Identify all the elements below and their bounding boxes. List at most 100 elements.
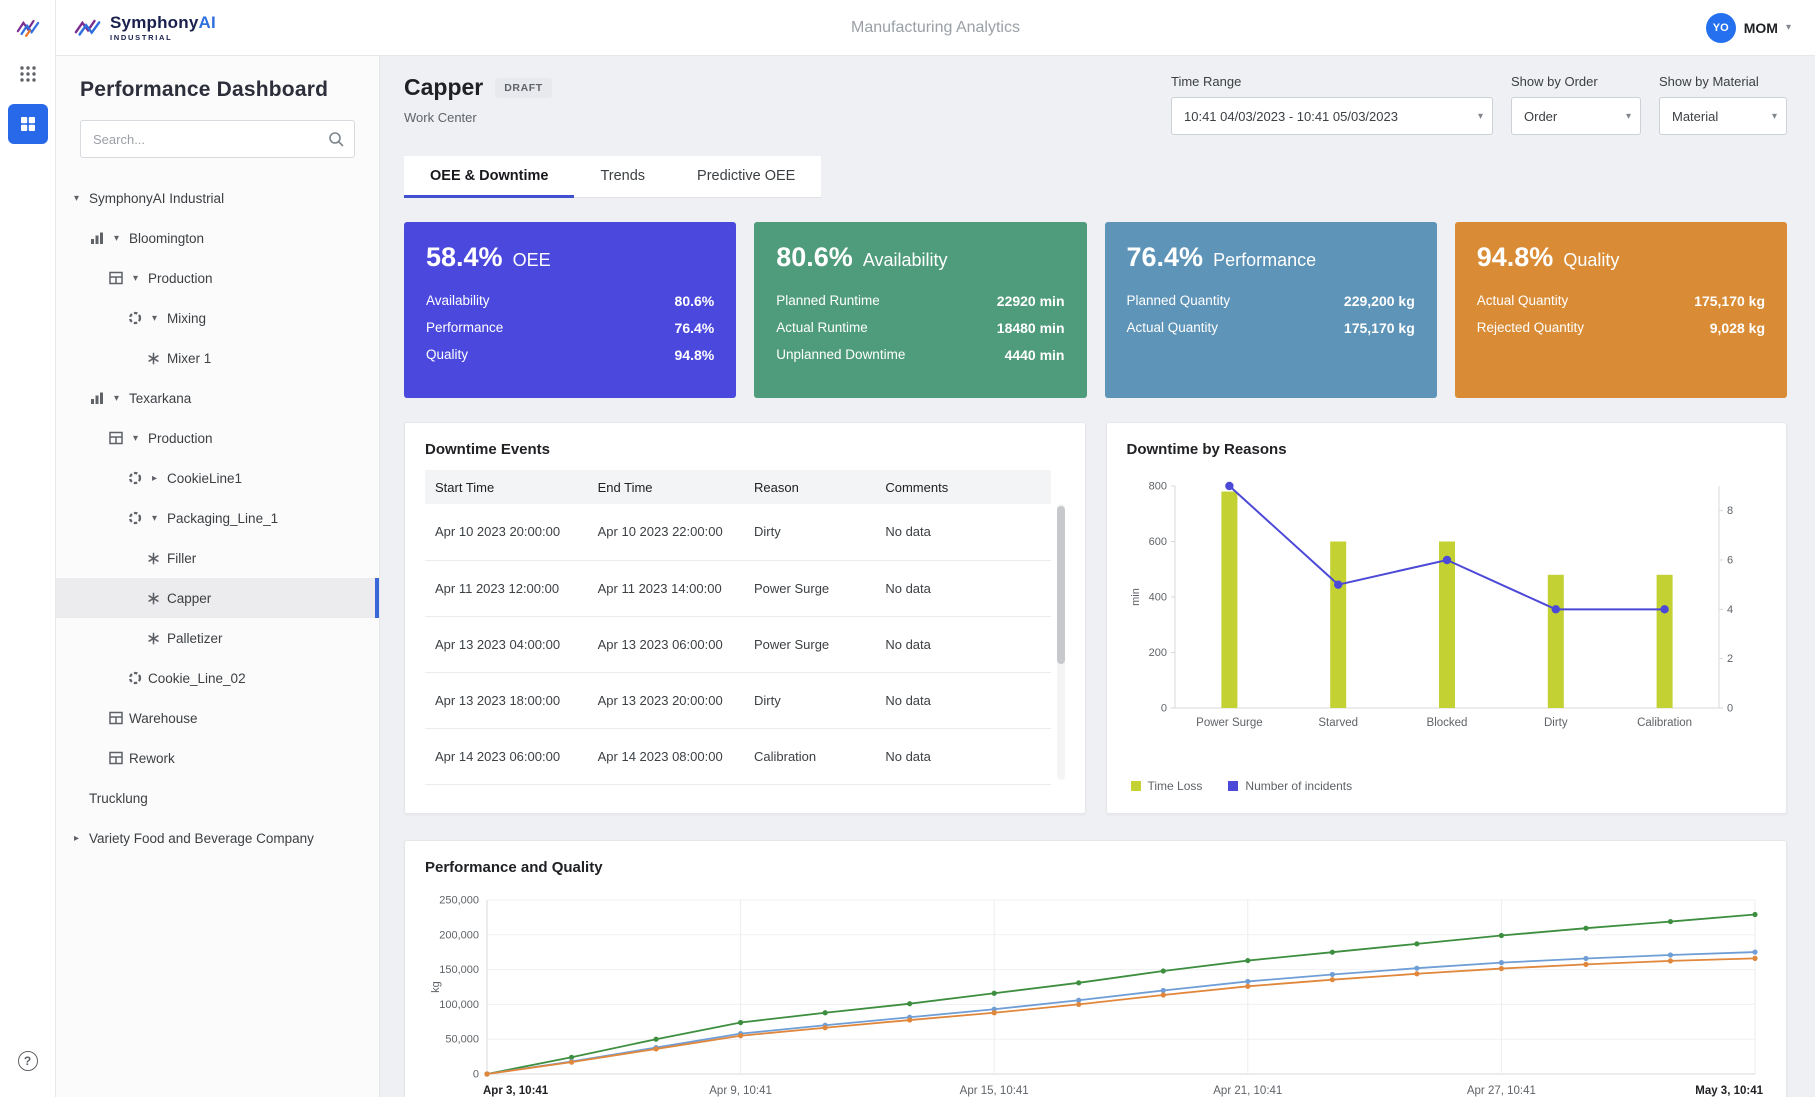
tree-item-label: Palletizer	[167, 630, 223, 646]
chevron-down-icon[interactable]: ▾	[148, 313, 161, 324]
tree-item-label: CookieLine1	[167, 470, 243, 486]
tree-item-label: Packaging_Line_1	[167, 510, 279, 526]
tree-item-production[interactable]: ▾ Production	[56, 258, 379, 298]
show-by-material-select[interactable]: Material ▾	[1659, 97, 1787, 135]
tree-item-cookie-line-02[interactable]: Cookie_Line_02	[56, 658, 379, 698]
table-cell: No data	[875, 616, 1051, 673]
time-range-select[interactable]: 10:41 04/03/2023 - 10:41 05/03/2023 ▾	[1171, 97, 1493, 135]
dashboards-icon[interactable]	[7, 104, 48, 144]
kpi-card-oee: 58.4% OEE Availability 80.6% Performance 76.4…	[404, 222, 737, 398]
workcenter-icon	[146, 632, 161, 645]
downtime-by-reasons-title: Downtime by Reasons	[1126, 441, 1287, 458]
search-input[interactable]	[80, 120, 355, 158]
kpi-label: OEE	[512, 250, 551, 270]
svg-text:400: 400	[1148, 592, 1166, 604]
help-icon[interactable]: ?	[8, 1041, 48, 1081]
show-by-order-select[interactable]: Order ▾	[1511, 97, 1641, 135]
site-icon	[89, 231, 104, 245]
legend-item-number-of-incidents[interactable]: Number of incidents	[1228, 779, 1352, 793]
tree-item-warehouse[interactable]: Warehouse	[56, 698, 379, 738]
main-header: Capper DRAFT Work Center Time Range 10:4…	[404, 74, 1787, 146]
tree-item-bloomington[interactable]: ▾ Bloomington	[56, 218, 379, 258]
show-by-order-label: Show by Order	[1511, 74, 1598, 89]
chevron-down-icon[interactable]: ▾	[70, 193, 83, 204]
chevron-down-icon[interactable]: ▾	[129, 433, 142, 444]
table-scrollbar-thumb[interactable]	[1056, 506, 1065, 664]
tree-item-cookieline1[interactable]: ▸ CookieLine1	[56, 458, 379, 498]
user-menu[interactable]: YO MOM ▾	[1705, 12, 1791, 43]
column-header-start-time: Start Time	[425, 470, 588, 504]
tab-trends[interactable]: Trends	[574, 156, 671, 198]
show-by-order-value: Order	[1524, 108, 1558, 124]
avatar[interactable]: YO	[1705, 12, 1736, 43]
table-cell: Apr 13 2023 04:00:00	[425, 616, 588, 673]
tree-item-trucklung[interactable]: Trucklung	[56, 778, 379, 818]
table-cell: Apr 13 2023 20:00:00	[587, 672, 744, 729]
svg-text:Calibration: Calibration	[1637, 717, 1692, 729]
tree-item-mixing[interactable]: ▾ Mixing	[56, 298, 379, 338]
table-cell: No data	[875, 504, 1051, 561]
tree-item-label: Texarkana	[129, 390, 192, 406]
workcenter-icon	[146, 552, 161, 565]
tree-item-label: Cookie_Line_02	[148, 670, 246, 686]
svg-text:May 3, 10:41: May 3, 10:41	[1695, 1085, 1763, 1097]
tree-item-texarkana[interactable]: ▾ Texarkana	[56, 378, 379, 418]
legend-item-time-loss[interactable]: Time Loss	[1130, 779, 1202, 793]
kpi-value: 76.4%	[1126, 242, 1204, 272]
chevron-down-icon[interactable]: ▾	[110, 393, 123, 404]
table-cell: Apr 10 2023 22:00:00	[587, 504, 744, 561]
kpi-metric-value: 22920 min	[996, 292, 1065, 309]
svg-text:200,000: 200,000	[439, 929, 479, 941]
apps-grid-icon[interactable]	[8, 54, 48, 94]
app-title: Manufacturing Analytics	[851, 18, 1020, 36]
sidebar: Performance Dashboard ▾ SymphonyAI Indust…	[56, 56, 380, 1097]
tree-item-symphonyai-industrial[interactable]: ▾ SymphonyAI Industrial	[56, 178, 379, 218]
chevron-down-icon[interactable]: ▾	[129, 273, 142, 284]
area-icon	[108, 431, 123, 445]
tree-item-variety-food-and-beverage-company[interactable]: ▸ Variety Food and Beverage Company	[56, 818, 379, 858]
tree-item-packaging-line-1[interactable]: ▾ Packaging_Line_1	[56, 498, 379, 538]
table-cell: Apr 13 2023 06:00:00	[587, 616, 744, 673]
table-cell: Apr 11 2023 12:00:00	[425, 560, 588, 617]
kpi-metric-row: Actual Quantity 175,170 kg	[1127, 314, 1415, 341]
column-header-end-time: End Time	[587, 470, 744, 504]
tree-item-rework[interactable]: Rework	[56, 738, 379, 778]
tab-oee-downtime[interactable]: OEE & Downtime	[404, 156, 575, 198]
tree-item-label: SymphonyAI Industrial	[89, 190, 225, 206]
tree-item-capper[interactable]: Capper	[56, 578, 379, 618]
kpi-metric-row: Unplanned Downtime 4440 min	[776, 341, 1064, 368]
middle-panels: Downtime Events Start Time End Time Reason…	[404, 422, 1787, 814]
legend-swatch	[1130, 781, 1141, 791]
svg-text:2: 2	[1727, 653, 1733, 665]
workcenter-icon	[146, 352, 161, 365]
kpi-metric-value: 175,170 kg	[1694, 292, 1765, 309]
kpi-metric-label: Planned Quantity	[1126, 292, 1231, 308]
tab-predictive-oee[interactable]: Predictive OEE	[671, 156, 821, 198]
svg-text:min: min	[1130, 588, 1142, 606]
draft-badge: DRAFT	[495, 77, 552, 98]
tree-item-label: Capper	[167, 590, 212, 606]
chevron-right-icon[interactable]: ▸	[148, 473, 161, 484]
tree-item-label: Production	[148, 430, 213, 446]
chevron-right-icon[interactable]: ▸	[70, 833, 83, 844]
kpi-metric-label: Rejected Quantity	[1476, 319, 1585, 335]
svg-text:Apr 3, 10:41: Apr 3, 10:41	[483, 1085, 549, 1097]
performance-quality-panel: Performance and Quality 0 50,000 100,000 15…	[404, 840, 1787, 1097]
svg-text:Blocked: Blocked	[1426, 717, 1467, 729]
symphonyai-logo-icon	[74, 19, 101, 36]
tree-item-palletizer[interactable]: Palletizer	[56, 618, 379, 658]
kpi-metric-value: 4440 min	[1004, 346, 1065, 363]
chevron-down-icon[interactable]: ▾	[148, 513, 161, 524]
kpi-metric-value: 18480 min	[996, 319, 1065, 336]
svg-text:8: 8	[1727, 505, 1733, 517]
table-cell: Apr 11 2023 14:00:00	[587, 560, 744, 617]
chevron-down-icon[interactable]: ▾	[110, 233, 123, 244]
table-scrollbar-track[interactable]	[1056, 504, 1065, 780]
tree-item-production[interactable]: ▾ Production	[56, 418, 379, 458]
time-range-value: 10:41 04/03/2023 - 10:41 05/03/2023	[1184, 108, 1398, 124]
tree-item-label: Bloomington	[129, 230, 205, 246]
table-cell: Calibration	[744, 728, 876, 785]
line-icon	[127, 511, 142, 525]
tree-item-filler[interactable]: Filler	[56, 538, 379, 578]
tree-item-mixer-1[interactable]: Mixer 1	[56, 338, 379, 378]
